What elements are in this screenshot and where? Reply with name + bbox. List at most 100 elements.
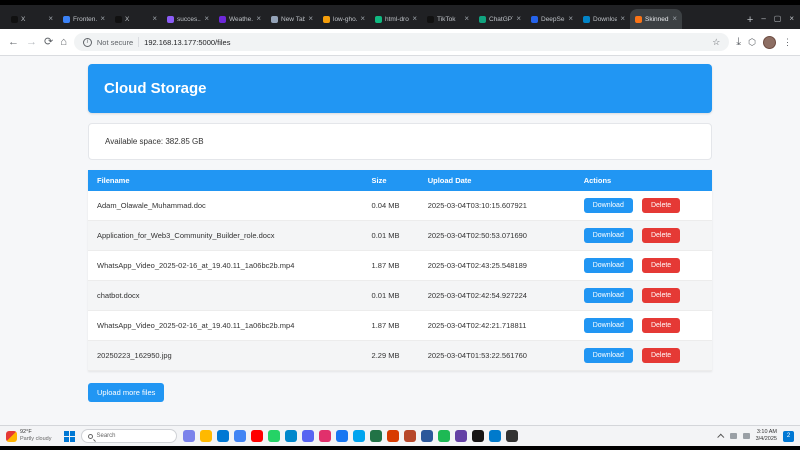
tab-close-icon[interactable]: × [256, 15, 261, 23]
minimize-icon[interactable]: – [761, 14, 765, 23]
delete-button[interactable]: Delete [641, 318, 681, 333]
tab-close-icon[interactable]: × [48, 15, 53, 23]
browser-tab[interactable]: DeepSe... × [526, 9, 578, 29]
taskbar-app-word[interactable] [420, 430, 433, 442]
reload-icon[interactable]: ⟳ [44, 36, 53, 48]
file-size-cell: 0.01 MB [362, 220, 419, 251]
delete-button[interactable]: Delete [641, 228, 681, 243]
taskbar-app-spotify[interactable] [437, 430, 450, 442]
files-table-body: Adam_Olawale_Muhammad.doc 0.04 MB 2025-0… [88, 191, 712, 371]
taskbar-app-powerpoint[interactable] [403, 430, 416, 442]
delete-button[interactable]: Delete [641, 258, 681, 273]
tab-close-icon[interactable]: × [620, 15, 625, 23]
taskbar-app-whatsapp[interactable] [267, 430, 280, 442]
tab-close-icon[interactable]: × [672, 15, 677, 23]
browser-tab[interactable]: Skinned... × [630, 9, 682, 29]
download-button[interactable]: Download [583, 198, 633, 213]
maximize-icon[interactable]: ▢ [774, 14, 782, 23]
taskbar-app-discord[interactable] [301, 430, 314, 442]
file-actions-cell: Download Delete [574, 310, 712, 341]
browser-tab[interactable]: X × [110, 9, 162, 29]
address-bar[interactable]: i Not secure 192.168.13.177:5000/files ☆ [73, 33, 730, 51]
new-tab-button[interactable]: + [747, 14, 753, 26]
table-header-row: Filename Size Upload Date Actions [88, 170, 712, 191]
taskbar-app-excel[interactable] [369, 430, 382, 442]
extensions-puzzle-icon[interactable]: ⬡ [748, 37, 756, 48]
delete-button[interactable]: Delete [641, 288, 681, 303]
tab-close-icon[interactable]: × [204, 15, 209, 23]
taskbar-search-box[interactable]: Search [80, 429, 177, 443]
browser-tab[interactable]: html-dro... × [370, 9, 422, 29]
browser-tab[interactable]: low-gho... × [318, 9, 370, 29]
tab-favicon [635, 15, 642, 23]
taskbar-app-youtube[interactable] [250, 430, 263, 442]
back-icon[interactable]: ← [8, 36, 19, 48]
network-icon[interactable] [729, 433, 737, 439]
tray-chevron-up-icon[interactable] [716, 433, 724, 441]
start-button[interactable] [63, 430, 75, 442]
browser-tab[interactable]: X × [6, 9, 58, 29]
download-button[interactable]: Download [583, 318, 633, 333]
browser-tab[interactable]: New Tab × [266, 9, 318, 29]
taskbar-app-telegram[interactable] [284, 430, 297, 442]
tab-close-icon[interactable]: × [568, 15, 573, 23]
tab-close-icon[interactable]: × [152, 15, 157, 23]
tab-close-icon[interactable]: × [464, 15, 469, 23]
profile-avatar[interactable] [763, 35, 776, 49]
download-button[interactable]: Download [583, 288, 633, 303]
file-size-cell: 0.04 MB [362, 191, 419, 221]
browser-tab[interactable]: Weathe... × [214, 9, 266, 29]
file-date-cell: 2025-03-04T02:43:25.548189 [418, 250, 575, 281]
taskbar-app-store[interactable] [352, 430, 365, 442]
menu-kebab-icon[interactable]: ⋮ [783, 37, 792, 48]
download-button[interactable]: Download [583, 258, 633, 273]
taskbar-app-teams[interactable] [182, 430, 195, 442]
tab-favicon [271, 15, 278, 23]
taskbar-app-outlook[interactable] [386, 430, 399, 442]
download-button[interactable]: Download [583, 348, 633, 363]
browser-tab[interactable]: Downloa... × [578, 9, 630, 29]
url-text: 192.168.13.177:5000/files [144, 37, 231, 47]
tab-close-icon[interactable]: × [360, 15, 365, 23]
file-date-cell: 2025-03-04T03:10:15.607921 [418, 191, 575, 221]
home-icon[interactable]: ⌂ [60, 36, 67, 48]
upload-more-files-button[interactable]: Upload more files [88, 383, 165, 402]
tab-close-icon[interactable]: × [412, 15, 417, 23]
browser-toolbar: ← → ⟳ ⌂ i Not secure 192.168.13.177:5000… [0, 29, 800, 56]
taskbar-app-github[interactable] [471, 430, 484, 442]
taskbar-app-instagram[interactable] [318, 430, 331, 442]
file-actions-cell: Download Delete [574, 191, 712, 221]
download-button[interactable]: Download [583, 228, 633, 243]
browser-tab[interactable]: Fronten... × [58, 9, 110, 29]
not-secure-icon[interactable]: i [82, 37, 92, 47]
taskbar-app-chrome[interactable] [233, 430, 246, 442]
taskbar-app-terminal[interactable] [505, 430, 518, 442]
file-date-cell: 2025-03-04T02:50:53.071690 [418, 220, 575, 251]
taskbar-app-file-explorer[interactable] [199, 430, 212, 442]
window-controls: – ▢ × [761, 14, 794, 23]
close-icon[interactable]: × [789, 14, 794, 23]
taskbar-clock[interactable]: 3:10 AM 3/4/2025 [756, 429, 777, 443]
tab-label: New Tab [281, 15, 306, 23]
taskbar-app-vscode[interactable] [488, 430, 501, 442]
taskbar-app-edge[interactable] [216, 430, 229, 442]
tab-label: succes... [177, 15, 202, 23]
tab-close-icon[interactable]: × [516, 15, 521, 23]
volume-icon[interactable] [742, 433, 750, 439]
browser-tab[interactable]: ChatGPT × [474, 9, 526, 29]
content-container: Cloud Storage Available space: 382.85 GB… [88, 56, 712, 402]
forward-icon[interactable]: → [26, 36, 37, 48]
notification-center-badge[interactable]: 2 [783, 430, 794, 442]
browser-tab[interactable]: succes... × [162, 9, 214, 29]
delete-button[interactable]: Delete [641, 198, 681, 213]
download-tray-icon[interactable]: ⤓ [736, 36, 741, 48]
file-name-cell: 20250223_162950.jpg [88, 340, 363, 371]
tab-close-icon[interactable]: × [100, 15, 105, 23]
delete-button[interactable]: Delete [641, 348, 681, 363]
browser-tab[interactable]: TikTok × [422, 9, 474, 29]
taskbar-weather-widget[interactable]: 92°F Partly cloudy [6, 429, 52, 443]
bookmark-star-icon[interactable]: ☆ [712, 37, 720, 48]
taskbar-app-facebook[interactable] [335, 430, 348, 442]
taskbar-app-twitch[interactable] [454, 430, 467, 442]
tab-close-icon[interactable]: × [308, 15, 313, 23]
